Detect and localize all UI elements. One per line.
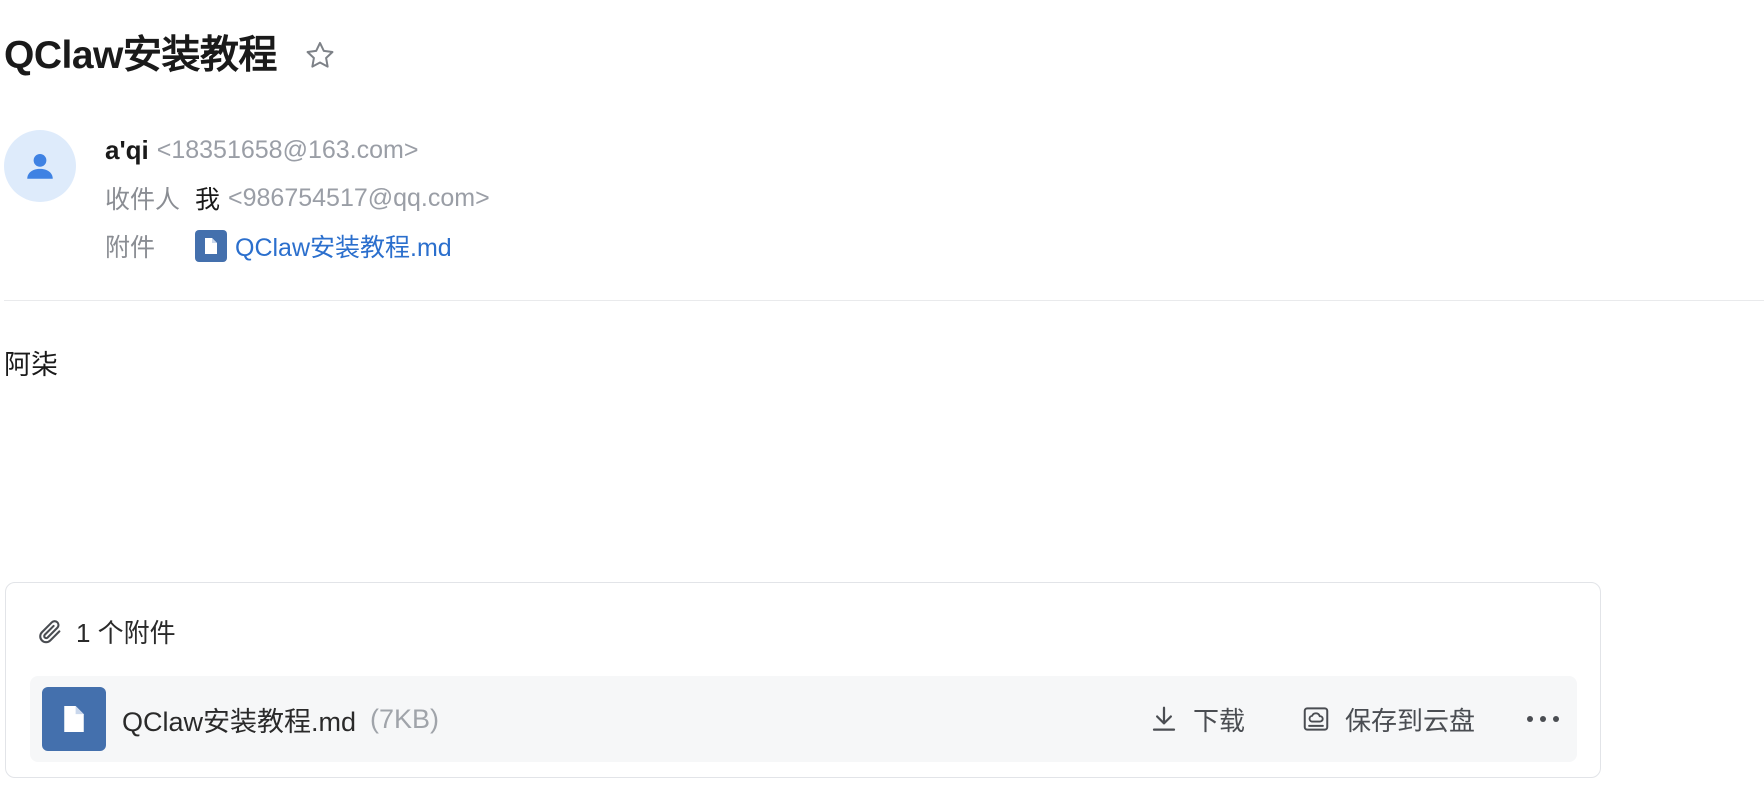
user-icon: [27, 153, 53, 179]
sender-name[interactable]: a'qi: [105, 135, 149, 166]
attachment-label: 附件: [105, 234, 156, 262]
download-button[interactable]: 下载: [1149, 701, 1245, 738]
recipient-name[interactable]: 我: [195, 180, 220, 216]
cloud-drive-icon: [1303, 707, 1329, 731]
attachment-link-text: QClaw安装教程.md: [235, 234, 452, 262]
attachment-link[interactable]: QClaw安装教程.md: [195, 228, 452, 264]
recipient-row: 收件人 我 <986754517@qq.com>: [105, 174, 490, 222]
attachment-file-info: QClaw安装教程.md (7KB): [122, 676, 439, 762]
document-icon: [42, 687, 106, 751]
more-icon[interactable]: [1523, 699, 1563, 739]
attachment-count-label: 1 个附件: [76, 618, 176, 648]
header-divider: [4, 300, 1764, 301]
email-view: QClaw安装教程 a'qi <18351658@163.com> 收件人 我 …: [0, 0, 1764, 806]
attachment-actions: 下载 保存到云盘: [1093, 676, 1563, 762]
sender-row: a'qi <18351658@163.com>: [105, 126, 490, 174]
paperclip-icon: [39, 619, 61, 643]
email-subject: QClaw安装教程: [4, 34, 277, 77]
attachment-row: 附件 QClaw安装教程.md: [105, 222, 490, 270]
save-to-cloud-button[interactable]: 保存到云盘: [1301, 701, 1475, 738]
download-icon: [1152, 706, 1176, 731]
document-icon: [195, 230, 227, 262]
sender-address[interactable]: <18351658@163.com>: [157, 136, 419, 165]
recipient-label: 收件人: [105, 186, 181, 214]
attachment-count: 1 个附件: [36, 613, 176, 650]
email-body: 阿柒: [4, 350, 58, 380]
email-header-meta: a'qi <18351658@163.com> 收件人 我 <986754517…: [105, 126, 490, 270]
download-label: 下载: [1192, 705, 1245, 736]
star-icon[interactable]: [303, 39, 337, 73]
sender-avatar[interactable]: [4, 130, 76, 202]
attachments-panel: 1 个附件 QClaw安装教程.md (7KB) 下载 保存到云盘: [5, 582, 1601, 778]
save-to-cloud-label: 保存到云盘: [1344, 705, 1475, 736]
attachment-item[interactable]: QClaw安装教程.md (7KB) 下载 保存到云盘: [30, 676, 1577, 762]
recipient-address[interactable]: <986754517@qq.com>: [228, 184, 490, 213]
attachment-filename[interactable]: QClaw安装教程.md: [122, 700, 356, 739]
attachment-filesize: (7KB): [370, 703, 440, 734]
subject-row: QClaw安装教程: [4, 36, 337, 75]
